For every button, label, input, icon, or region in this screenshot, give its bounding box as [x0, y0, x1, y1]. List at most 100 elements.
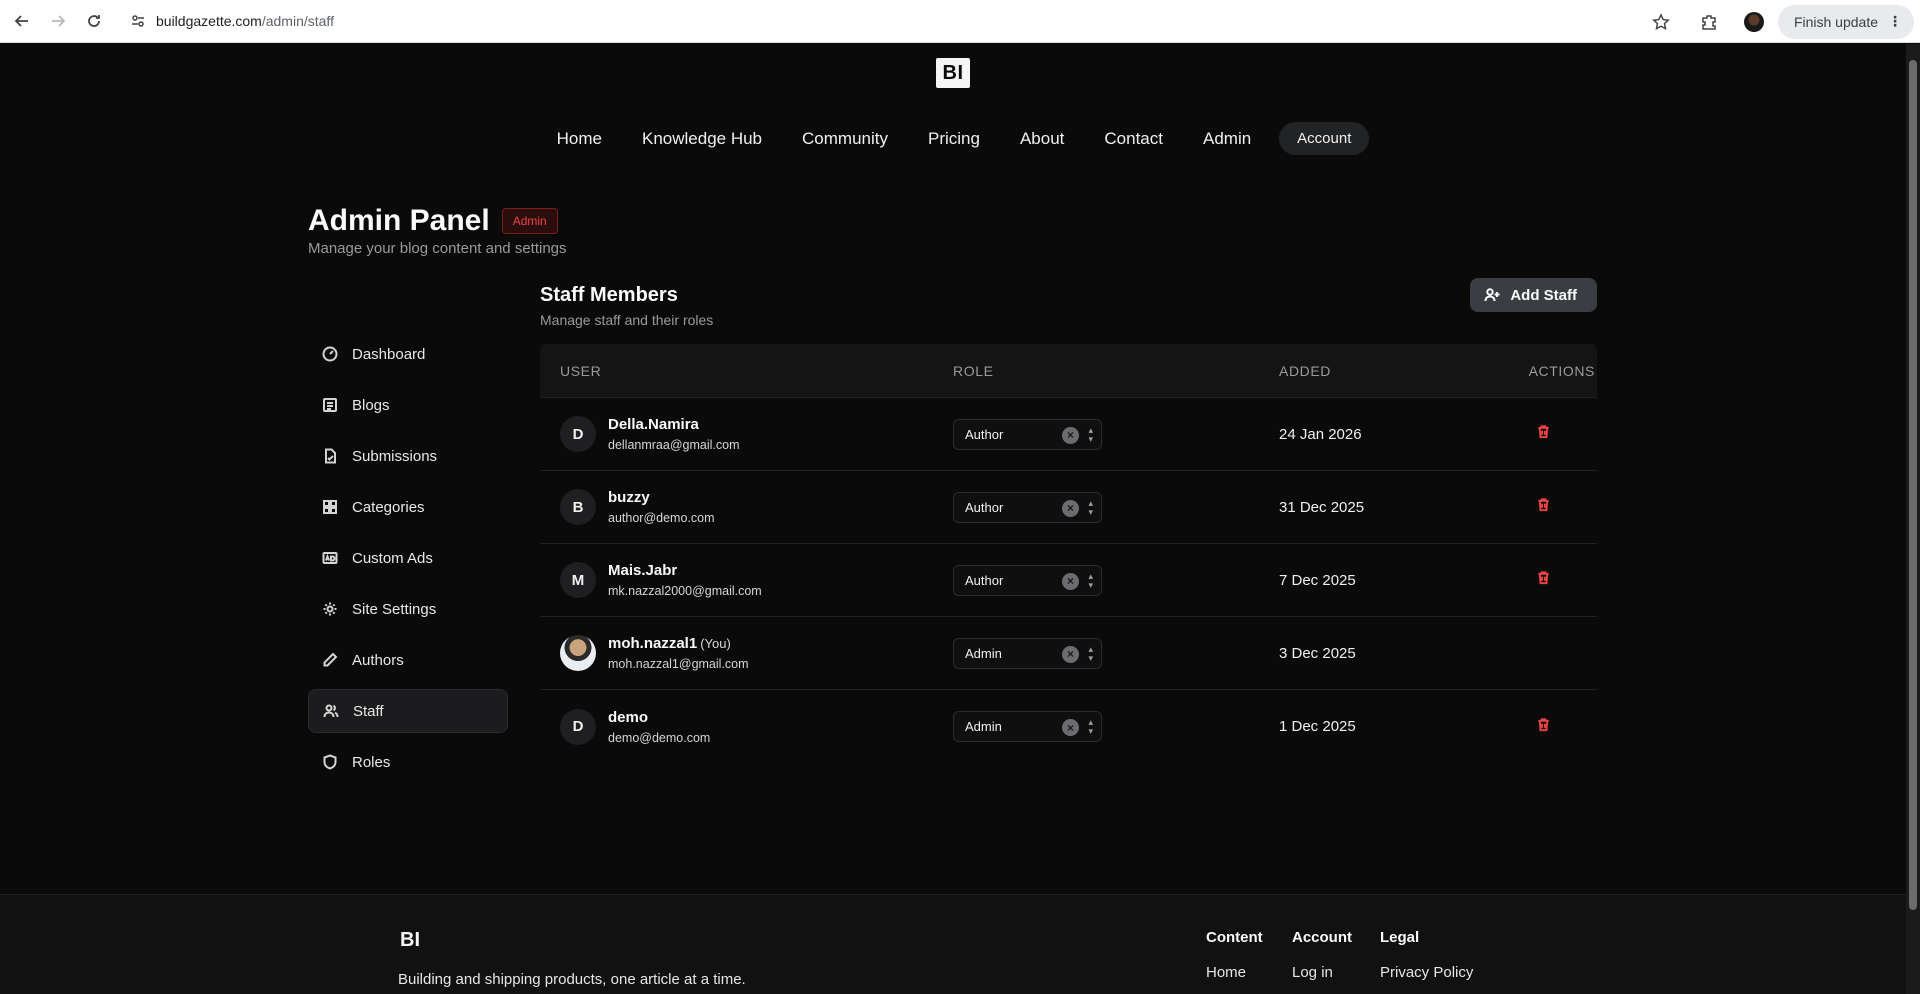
delete-button[interactable]: [1536, 570, 1551, 590]
scrollbar-thumb[interactable]: [1909, 60, 1917, 910]
back-button[interactable]: [4, 3, 40, 39]
user-cell: B buzzy author@demo.com: [540, 489, 953, 525]
footer-link-home[interactable]: Home: [1206, 964, 1263, 981]
arrow-left-icon: [14, 15, 28, 27]
footer-link-login[interactable]: Log in: [1292, 964, 1352, 981]
sidebar-item-roles[interactable]: Roles: [308, 740, 508, 784]
sidebar-item-authors[interactable]: Authors: [308, 638, 508, 682]
user-email: mk.nazzal2000@gmail.com: [608, 584, 762, 598]
sidebar-item-categories[interactable]: Categories: [308, 485, 508, 529]
nav-knowledge-hub[interactable]: Knowledge Hub: [622, 129, 782, 149]
admin-header: Admin Panel Admin: [308, 204, 558, 238]
shield-icon: [323, 754, 337, 770]
section-subtitle: Manage staff and their roles: [540, 312, 714, 328]
sidebar-item-custom-ads[interactable]: Custom Ads: [308, 536, 508, 580]
table-row: M Mais.Jabr mk.nazzal2000@gmail.com Auth…: [540, 544, 1597, 617]
clear-icon[interactable]: ×: [1062, 719, 1079, 736]
sidebar-item-submissions[interactable]: Submissions: [308, 434, 508, 478]
account-button[interactable]: Account: [1279, 122, 1370, 155]
sidebar-item-blogs[interactable]: Blogs: [308, 383, 508, 427]
nav-home[interactable]: Home: [537, 129, 622, 149]
site-logo[interactable]: BI: [936, 58, 970, 88]
user-name: Della.Namira: [608, 416, 740, 433]
user-name-text: buzzy: [608, 489, 650, 506]
delete-button[interactable]: [1536, 497, 1551, 517]
role-badge: Admin: [501, 208, 558, 234]
nav-community[interactable]: Community: [782, 129, 908, 149]
sidebar-item-dashboard[interactable]: Dashboard: [308, 332, 508, 376]
sidebar-item-staff[interactable]: Staff: [308, 689, 508, 733]
role-value: Admin: [965, 645, 1002, 661]
role-value: Author: [965, 499, 1004, 515]
site-info-icon[interactable]: [130, 13, 146, 29]
bookmark-star-icon[interactable]: [1652, 12, 1670, 31]
footer-logo[interactable]: BI: [400, 929, 420, 952]
user-cell: D Della.Namira dellanmraa@gmail.com: [540, 416, 953, 452]
sidebar-item-label: Roles: [352, 753, 391, 771]
list-icon: [323, 398, 337, 412]
section-title: Staff Members: [540, 284, 678, 306]
nav-contact[interactable]: Contact: [1084, 129, 1183, 149]
sidebar-item-site-settings[interactable]: Site Settings: [308, 587, 508, 631]
user-name: buzzy: [608, 489, 715, 506]
user-name: moh.nazzal1 (You): [608, 635, 749, 652]
arrow-right-icon: [52, 15, 66, 27]
user-name-text: Della.Namira: [608, 416, 699, 433]
clear-icon[interactable]: ×: [1062, 499, 1079, 517]
table-row: D Della.Namira dellanmraa@gmail.com Auth…: [540, 398, 1597, 471]
user-cell: moh.nazzal1 (You) moh.nazzal1@gmail.com: [540, 635, 953, 671]
forward-button[interactable]: [40, 3, 76, 39]
user-email: demo@demo.com: [608, 730, 711, 745]
table-header: USER ROLE ADDED ACTIONS: [540, 344, 1597, 398]
role-select[interactable]: Admin × ▴ ▾: [953, 711, 1102, 742]
table-row: moh.nazzal1 (You) moh.nazzal1@gmail.com A…: [540, 617, 1597, 690]
extensions-icon[interactable]: [1700, 13, 1718, 31]
footer-link-privacy[interactable]: Privacy Policy: [1380, 964, 1473, 981]
footer-heading: Content: [1206, 929, 1263, 946]
footer-col-account: Account Log in: [1292, 929, 1352, 981]
user-info: Della.Namira dellanmraa@gmail.com: [608, 416, 740, 452]
chevron-updown-icon: ▴ ▾: [1088, 424, 1093, 444]
profile-avatar[interactable]: [1743, 11, 1764, 32]
sidebar-item-label: Submissions: [352, 447, 438, 465]
nav-pricing[interactable]: Pricing: [908, 129, 1000, 149]
added-date: 1 Dec 2025: [1279, 718, 1356, 735]
delete-button[interactable]: [1536, 717, 1551, 737]
user-plus-icon: [1484, 288, 1500, 302]
table-row: B buzzy author@demo.com Author × ▴ ▾ 31 D…: [540, 471, 1597, 544]
footer-heading: Account: [1292, 929, 1352, 946]
add-staff-button[interactable]: Add Staff: [1470, 278, 1597, 312]
address-bar[interactable]: buildgazette.com/admin/staff: [124, 4, 1674, 37]
footer-heading: Legal: [1380, 929, 1420, 946]
clear-icon[interactable]: ×: [1062, 572, 1079, 590]
role-value: Admin: [965, 719, 1002, 734]
table-row: D demo demo@demo.com Admin × ▴ ▾ 1 Dec 20…: [540, 690, 1597, 763]
nav-about[interactable]: About: [1000, 129, 1084, 149]
user-name-text: demo: [608, 708, 649, 726]
finish-update-button[interactable]: Finish update ⋮: [1777, 4, 1914, 39]
browser-toolbar: buildgazette.com/admin/staff Finish upda…: [0, 0, 1920, 43]
gear-icon: [323, 602, 337, 616]
role-select[interactable]: Author × ▴ ▾: [953, 564, 1102, 596]
actions-cell: [1489, 570, 1597, 590]
admin-sidebar: Dashboard Blogs Submissions Categories C…: [308, 332, 508, 791]
role-select[interactable]: Admin × ▴ ▾: [953, 637, 1102, 669]
role-select[interactable]: Author × ▴ ▾: [953, 418, 1102, 450]
column-added: ADDED: [1279, 362, 1332, 379]
page-scrollbar[interactable]: [1906, 44, 1920, 994]
reload-button[interactable]: [76, 3, 112, 39]
trash-icon: [1537, 571, 1549, 585]
role-value: Author: [965, 572, 1004, 588]
role-select[interactable]: Author × ▴ ▾: [953, 491, 1102, 523]
clear-icon[interactable]: ×: [1062, 426, 1079, 444]
add-staff-label: Add Staff: [1510, 286, 1577, 304]
clear-icon[interactable]: ×: [1062, 645, 1079, 663]
nav-admin[interactable]: Admin: [1183, 129, 1271, 149]
avatar: D: [560, 416, 596, 452]
added-date: 31 Dec 2025: [1279, 498, 1365, 516]
footer-col-legal: Legal Privacy Policy: [1380, 929, 1473, 981]
grid-icon: [323, 500, 337, 514]
user-name-text: moh.nazzal1: [608, 635, 698, 652]
delete-button[interactable]: [1536, 424, 1551, 444]
user-info: demo demo@demo.com: [608, 709, 710, 745]
